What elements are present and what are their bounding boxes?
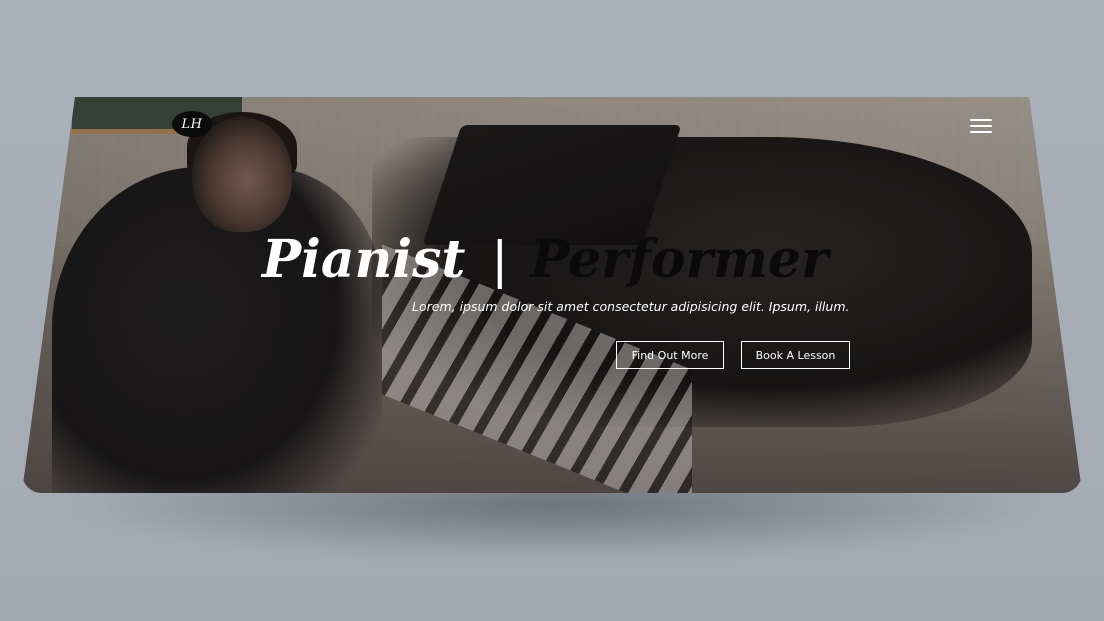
logo-text: LH bbox=[181, 116, 203, 132]
hero-overlay bbox=[22, 97, 1082, 493]
hero-stage: LH Pianist | Performer Lorem, ipsum dolo… bbox=[22, 97, 1082, 493]
hero-title-pianist: Pianist bbox=[262, 229, 466, 290]
hero-card: LH Pianist | Performer Lorem, ipsum dolo… bbox=[22, 97, 1082, 493]
hero-subtitle: Lorem, ipsum dolor sit amet consectetur … bbox=[412, 299, 850, 314]
book-a-lesson-button[interactable]: Book A Lesson bbox=[741, 341, 850, 369]
hero-title-performer: Performer bbox=[530, 229, 829, 290]
menu-line bbox=[970, 119, 992, 121]
hamburger-menu-icon[interactable] bbox=[970, 119, 992, 133]
menu-line bbox=[970, 131, 992, 133]
hero-title-separator: | bbox=[491, 230, 509, 289]
find-out-more-button[interactable]: Find Out More bbox=[616, 341, 724, 369]
site-logo[interactable]: LH bbox=[172, 111, 212, 137]
hero-title: Pianist | Performer bbox=[262, 229, 882, 290]
menu-line bbox=[970, 125, 992, 127]
